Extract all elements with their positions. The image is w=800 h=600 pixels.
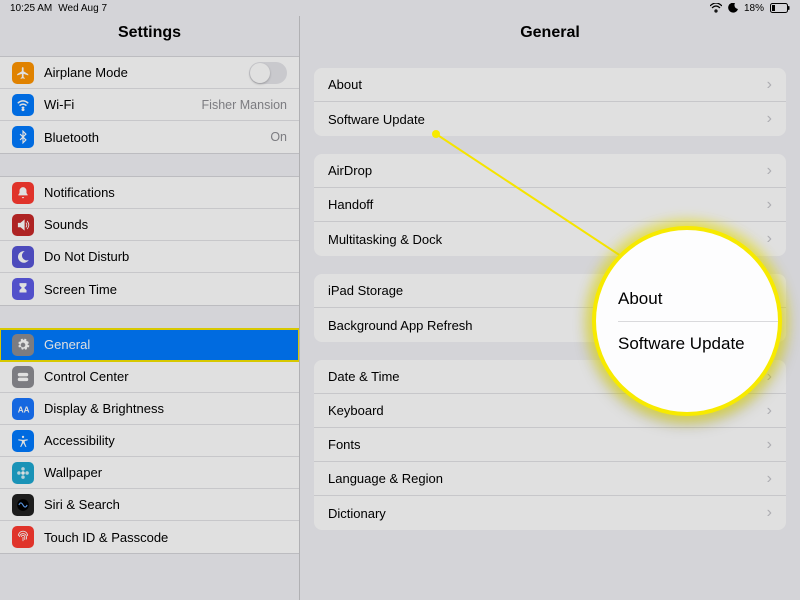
settings-sidebar: Settings Airplane Mode Wi-FiFisher Mansio…: [0, 16, 300, 600]
general-row-software-update[interactable]: Software Update›: [314, 102, 786, 136]
bell-icon: [12, 182, 34, 204]
sidebar-item-siri[interactable]: Siri & Search: [0, 489, 299, 521]
bluetooth-icon: [12, 126, 34, 148]
chevron-right-icon: ›: [767, 470, 772, 488]
sidebar-item-label: Display & Brightness: [44, 401, 287, 416]
row-label: AirDrop: [328, 163, 767, 178]
sidebar-item-wifi[interactable]: Wi-FiFisher Mansion: [0, 89, 299, 121]
callout-line-about: About: [618, 277, 778, 322]
sidebar-item-label: Control Center: [44, 369, 287, 384]
general-row-fonts[interactable]: Fonts›: [314, 428, 786, 462]
sidebar-item-accessibility[interactable]: Accessibility: [0, 425, 299, 457]
airplane-mode-toggle[interactable]: [249, 62, 287, 84]
chevron-right-icon: ›: [767, 110, 772, 128]
speaker-icon: [12, 214, 34, 236]
sidebar-item-sounds[interactable]: Sounds: [0, 209, 299, 241]
row-label: Dictionary: [328, 506, 767, 521]
general-row-airdrop[interactable]: AirDrop›: [314, 154, 786, 188]
battery-icon: [770, 3, 790, 13]
sidebar-item-wallpaper[interactable]: Wallpaper: [0, 457, 299, 489]
sidebar-item-airplane[interactable]: Airplane Mode: [0, 57, 299, 89]
sidebar-item-label: Airplane Mode: [44, 65, 249, 80]
sidebar-item-label: Do Not Disturb: [44, 249, 287, 264]
fingerprint-icon: [12, 526, 34, 548]
chevron-right-icon: ›: [767, 230, 772, 248]
statusbar-date: Wed Aug 7: [58, 3, 107, 14]
sidebar-item-label: Sounds: [44, 217, 287, 232]
sidebar-item-label: Wallpaper: [44, 465, 287, 480]
sidebar-item-control[interactable]: Control Center: [0, 361, 299, 393]
statusbar-time: 10:25 AM: [10, 3, 52, 14]
wifi-icon: [12, 94, 34, 116]
row-label: Language & Region: [328, 471, 767, 486]
sidebar-item-notifications[interactable]: Notifications: [0, 177, 299, 209]
chevron-right-icon: ›: [767, 162, 772, 180]
sidebar-item-label: Bluetooth: [44, 130, 270, 145]
battery-percent: 18%: [744, 3, 764, 14]
sidebar-item-screentime[interactable]: Screen Time: [0, 273, 299, 305]
sidebar-item-label: Wi-Fi: [44, 97, 202, 112]
chevron-right-icon: ›: [767, 402, 772, 420]
chevron-right-icon: ›: [767, 436, 772, 454]
hourglass-icon: [12, 278, 34, 300]
row-label: Software Update: [328, 112, 767, 127]
callout-line-software-update: Software Update: [618, 322, 782, 366]
row-label: Handoff: [328, 197, 767, 212]
siri-icon: [12, 494, 34, 516]
sidebar-item-general[interactable]: General: [0, 329, 299, 361]
chevron-right-icon: ›: [767, 196, 772, 214]
row-label: Fonts: [328, 437, 767, 452]
sidebar-item-label: General: [44, 337, 287, 352]
row-label: About: [328, 77, 767, 92]
general-row-handoff[interactable]: Handoff›: [314, 188, 786, 222]
sidebar-title: Settings: [0, 16, 299, 56]
dnd-status-icon: [728, 3, 738, 13]
general-row-about[interactable]: About›: [314, 68, 786, 102]
general-row-language-region[interactable]: Language & Region›: [314, 462, 786, 496]
annotation-anchor-dot: [432, 130, 440, 138]
sidebar-item-detail: On: [270, 130, 287, 144]
sidebar-item-display[interactable]: AA Display & Brightness: [0, 393, 299, 425]
airplane-icon: [12, 62, 34, 84]
annotation-callout: About Software Update: [592, 226, 782, 416]
sidebar-item-label: Siri & Search: [44, 497, 287, 512]
sidebar-item-label: Accessibility: [44, 433, 287, 448]
sidebar-item-label: Screen Time: [44, 282, 287, 297]
sidebar-item-label: Touch ID & Passcode: [44, 530, 287, 545]
wifi-status-icon: [710, 3, 722, 13]
switch-icon: [12, 366, 34, 388]
general-row-dictionary[interactable]: Dictionary›: [314, 496, 786, 530]
chevron-right-icon: ›: [767, 76, 772, 94]
sidebar-item-dnd[interactable]: Do Not Disturb: [0, 241, 299, 273]
accessibility-icon: [12, 430, 34, 452]
sidebar-item-detail: Fisher Mansion: [202, 98, 287, 112]
sidebar-item-label: Notifications: [44, 185, 287, 200]
sidebar-item-bluetooth[interactable]: BluetoothOn: [0, 121, 299, 153]
flower-icon: [12, 462, 34, 484]
svg-text:AA: AA: [18, 405, 30, 414]
detail-title: General: [314, 16, 786, 68]
gear-icon: [12, 334, 34, 356]
chevron-right-icon: ›: [767, 504, 772, 522]
status-bar: 10:25 AM Wed Aug 7 18%: [0, 0, 800, 16]
text-icon: AA: [12, 398, 34, 420]
sidebar-item-touchid[interactable]: Touch ID & Passcode: [0, 521, 299, 553]
moon-icon: [12, 246, 34, 268]
general-detail-panel: General About›Software Update›AirDrop›Ha…: [300, 16, 800, 600]
